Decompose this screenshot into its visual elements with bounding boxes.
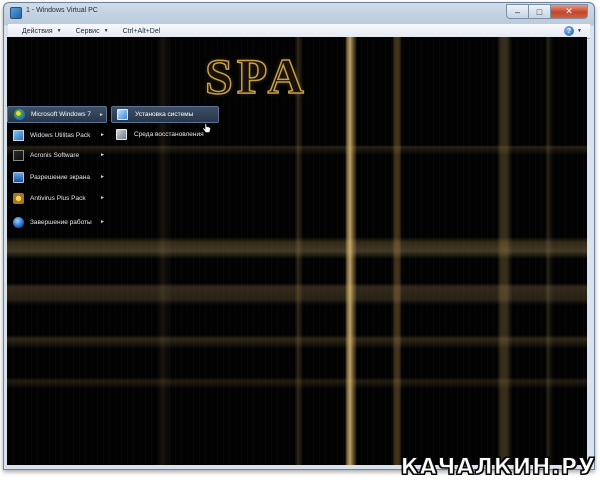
chevron-down-icon: ▼	[103, 28, 109, 34]
menu-item-microsoft-windows-7[interactable]: Microsoft Windows 7 ►	[7, 106, 107, 123]
utilities-pack-icon	[13, 130, 24, 141]
menu-item-widows-utilitas-pack[interactable]: Widows Utilitas Pack ►	[7, 127, 107, 144]
help-menu[interactable]: ? ▼	[564, 26, 582, 36]
guest-desktop: SPA Microsoft Windows 7 ► Widows Utilita…	[7, 37, 587, 465]
submenu-item-system-install[interactable]: Установка системы	[111, 106, 219, 123]
boot-main-menu: Microsoft Windows 7 ► Widows Utilitas Pa…	[7, 106, 107, 231]
service-menu-label: Сервис	[75, 27, 100, 35]
menu-item-label: Acronis Software	[30, 152, 80, 159]
virtual-pc-app-icon	[10, 7, 22, 19]
menu-item-label: Разрешение экрана	[30, 174, 90, 181]
menu-item-acronis-software[interactable]: Acronis Software ►	[7, 147, 107, 164]
window-controls: – □ ✕	[506, 4, 588, 19]
submenu-item-label: Среда восстановления	[134, 131, 204, 138]
chevron-right-icon: ►	[100, 219, 105, 225]
menu-item-label: Завершение работы	[30, 219, 92, 226]
menu-item-label: Microsoft Windows 7	[31, 111, 91, 118]
chevron-right-icon: ►	[100, 195, 105, 201]
install-icon	[117, 109, 128, 120]
menu-item-label: Antivirus Plus Pack	[30, 195, 86, 202]
title-bar[interactable]: 1 - Windows Virtual PC – □ ✕	[4, 3, 594, 23]
chevron-down-icon: ▼	[577, 28, 582, 34]
service-menu[interactable]: Сервис ▼	[76, 28, 109, 35]
spa-logo: SPA	[204, 47, 308, 105]
chevron-right-icon: ►	[100, 174, 105, 180]
chevron-down-icon: ▼	[56, 28, 62, 34]
ctrl-alt-del-label: Ctrl+Alt+Del	[122, 27, 161, 35]
menu-item-screen-resolution[interactable]: Разрешение экрана ►	[7, 169, 107, 186]
monitor-icon	[13, 172, 24, 183]
ctrl-alt-del-button[interactable]: Ctrl+Alt+Del	[123, 28, 161, 35]
hand-cursor-icon	[202, 123, 211, 133]
chevron-right-icon: ►	[99, 112, 104, 118]
windows-logo-icon	[14, 109, 25, 120]
actions-menu-label: Действия	[22, 27, 53, 35]
recovery-icon	[116, 129, 127, 140]
submenu-item-label: Установка системы	[135, 111, 194, 118]
menu-item-label: Widows Utilitas Pack	[30, 132, 91, 139]
menu-item-shutdown[interactable]: Завершение работы ►	[7, 214, 107, 231]
menu-item-antivirus-plus-pack[interactable]: Antivirus Plus Pack ►	[7, 190, 107, 207]
shutdown-icon	[13, 217, 24, 228]
maximize-button[interactable]: □	[528, 4, 550, 19]
site-watermark: КАЧАЛКИН.РУ	[400, 455, 596, 481]
help-icon: ?	[564, 26, 575, 36]
minimize-button[interactable]: –	[506, 4, 528, 19]
actions-menu[interactable]: Действия ▼	[22, 28, 62, 35]
chevron-right-icon: ►	[100, 132, 105, 138]
acronis-icon	[13, 150, 24, 161]
antivirus-icon	[13, 193, 24, 204]
window-title: 1 - Windows Virtual PC	[26, 7, 98, 14]
chevron-right-icon: ►	[100, 152, 105, 158]
close-button[interactable]: ✕	[550, 4, 588, 19]
